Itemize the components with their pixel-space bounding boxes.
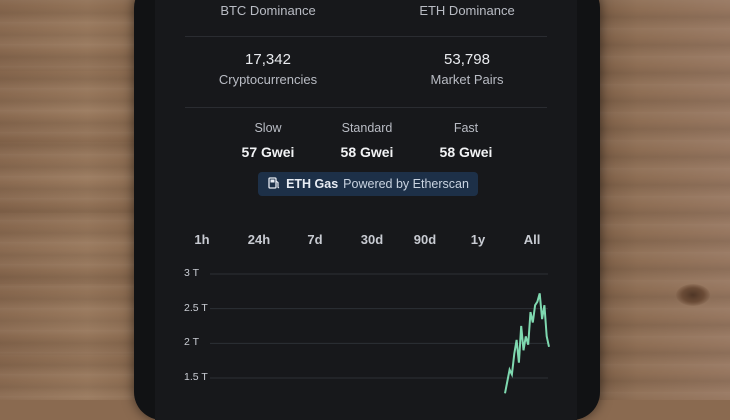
market-cap-chart — [210, 273, 550, 394]
